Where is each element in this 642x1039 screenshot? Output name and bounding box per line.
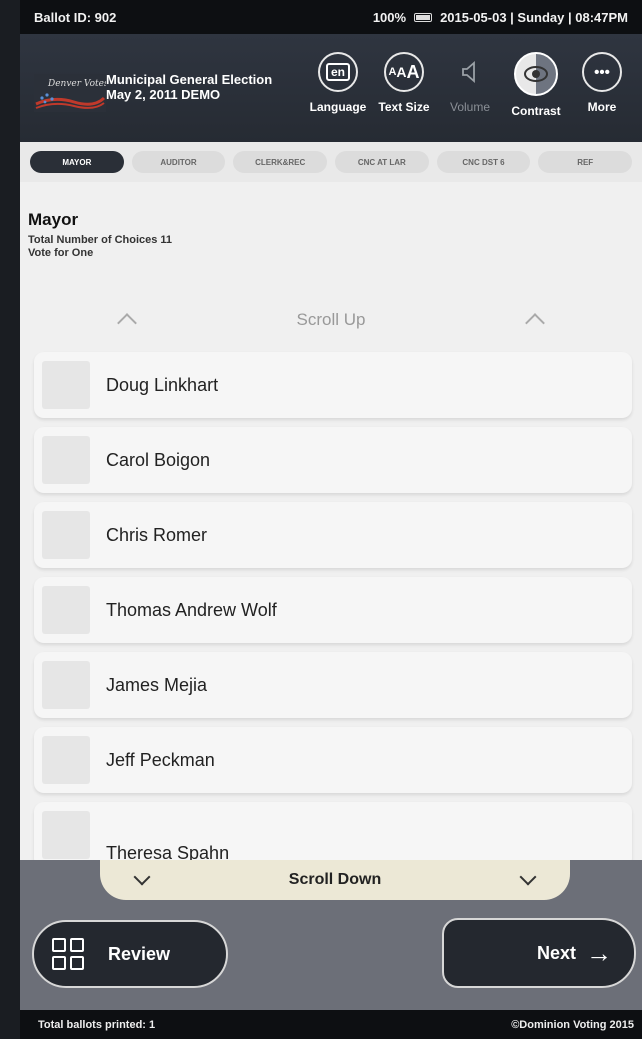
chevron-down-icon <box>133 868 151 886</box>
choice-option[interactable]: Doug Linkhart <box>34 352 632 418</box>
candidate-name: Carol Boigon <box>106 449 211 470</box>
battery-percent: 100% <box>372 9 407 25</box>
contrast-eye-icon <box>514 52 558 96</box>
review-label: Review <box>108 943 171 964</box>
denver-votes-logo: Denver Votes! <box>34 74 106 112</box>
choice-option[interactable]: James Mejia <box>34 652 632 718</box>
election-date: May 2, 2011 DEMO <box>106 87 221 102</box>
tab-cnc-dst-6[interactable]: CNC DST 6 <box>436 151 531 173</box>
arrow-right-icon: → <box>586 938 612 968</box>
tab-clerk-rec[interactable]: CLERK&REC <box>233 151 328 173</box>
choice-option[interactable]: Chris Romer <box>34 502 632 568</box>
review-grid-icon <box>52 938 84 970</box>
choice-checkbox[interactable] <box>42 586 90 634</box>
tab-cnc-at-lar[interactable]: CNC AT LAR <box>335 151 429 173</box>
next-label: Next <box>536 942 576 963</box>
candidate-name: Thomas Andrew Wolf <box>106 599 277 620</box>
choice-checkbox[interactable] <box>42 811 90 859</box>
contrast-label: Contrast <box>511 104 561 118</box>
bottom-status-bar: Total ballots printed: 1 ©Dominion Votin… <box>20 1010 642 1039</box>
choice-checkbox[interactable] <box>42 661 90 709</box>
contest-panel: Mayor Total Number of Choices 11 Vote fo… <box>20 182 642 860</box>
choice-option[interactable]: Jeff Peckman <box>34 727 632 793</box>
status-right: 100% 2015-05-03 | Sunday | 08:47PM <box>373 10 628 25</box>
contest-info: Mayor Total Number of Choices 11 Vote fo… <box>20 182 642 260</box>
more-button[interactable]: ••• More <box>572 52 632 118</box>
chevron-up-icon <box>525 313 545 333</box>
candidate-name: Theresa Spahn <box>106 842 230 861</box>
volume-button[interactable]: Volume <box>440 52 500 118</box>
vote-for: Vote for One <box>28 247 94 259</box>
choice-option[interactable]: Theresa Spahn <box>34 802 632 860</box>
choice-checkbox[interactable] <box>42 736 90 784</box>
volume-icon <box>450 52 490 92</box>
ballot-id: Ballot ID: 902 <box>34 9 117 25</box>
choice-list: Doug Linkhart Carol Boigon Chris Romer T… <box>34 352 632 860</box>
language-label: Language <box>309 100 367 114</box>
text-size-icon: AAA <box>384 52 424 92</box>
text-size-button[interactable]: AAA Text Size <box>374 52 434 118</box>
contrast-button[interactable]: Contrast <box>506 52 566 118</box>
election-name: Municipal General Election <box>106 72 273 87</box>
total-choices: Total Number of Choices 11 <box>28 234 173 246</box>
candidate-name: Doug Linkhart <box>106 374 219 395</box>
chevron-up-icon <box>117 313 137 333</box>
scroll-down-button[interactable]: Scroll Down <box>100 860 570 900</box>
choice-option[interactable]: Thomas Andrew Wolf <box>34 577 632 643</box>
copyright: ©Dominion Voting 2015 <box>511 1018 634 1031</box>
next-button[interactable]: Next → <box>442 918 636 988</box>
tab-auditor[interactable]: AUDITOR <box>131 151 226 173</box>
status-bar: Ballot ID: 902 100% 2015-05-03 | Sunday … <box>20 0 642 34</box>
svg-text:Denver Votes!: Denver Votes! <box>47 79 106 89</box>
ballot-header: Denver Votes! Municipal General Election… <box>20 34 642 142</box>
candidate-name: Chris Romer <box>106 524 208 545</box>
contest-title: Mayor <box>28 210 79 229</box>
tab-ref[interactable]: REF <box>538 151 633 173</box>
chevron-down-icon <box>519 868 537 886</box>
language-icon: en <box>318 52 358 92</box>
ballots-printed: Total ballots printed: 1 <box>38 1018 156 1031</box>
review-button[interactable]: Review <box>32 920 228 988</box>
language-button[interactable]: en Language <box>308 52 368 118</box>
text-size-label: Text Size <box>378 100 430 114</box>
scroll-up-label: Scroll Up <box>296 310 366 329</box>
scroll-down-label: Scroll Down <box>288 871 382 888</box>
candidate-name: James Mejia <box>106 674 208 695</box>
contest-tabs: MAYOR AUDITOR CLERK&REC CNC AT LAR CNC D… <box>20 142 642 182</box>
more-icon: ••• <box>582 52 622 92</box>
choice-checkbox[interactable] <box>42 511 90 559</box>
accessibility-tools: en Language AAA Text Size Volume Contras… <box>308 52 632 118</box>
candidate-name: Jeff Peckman <box>106 749 215 770</box>
choice-checkbox[interactable] <box>42 361 90 409</box>
battery-icon <box>414 12 433 22</box>
more-label: More <box>587 100 617 114</box>
choice-checkbox[interactable] <box>42 436 90 484</box>
navigation-footer: Scroll Down Review Next → <box>20 860 642 1010</box>
date-time: 2015-05-03 | Sunday | 08:47PM <box>440 9 628 25</box>
scroll-up-button[interactable]: Scroll Up <box>20 294 642 346</box>
election-info: Municipal General Election May 2, 2011 D… <box>106 72 272 102</box>
choice-option[interactable]: Carol Boigon <box>34 427 632 493</box>
volume-label: Volume <box>449 100 491 114</box>
tab-mayor[interactable]: MAYOR <box>30 151 124 173</box>
